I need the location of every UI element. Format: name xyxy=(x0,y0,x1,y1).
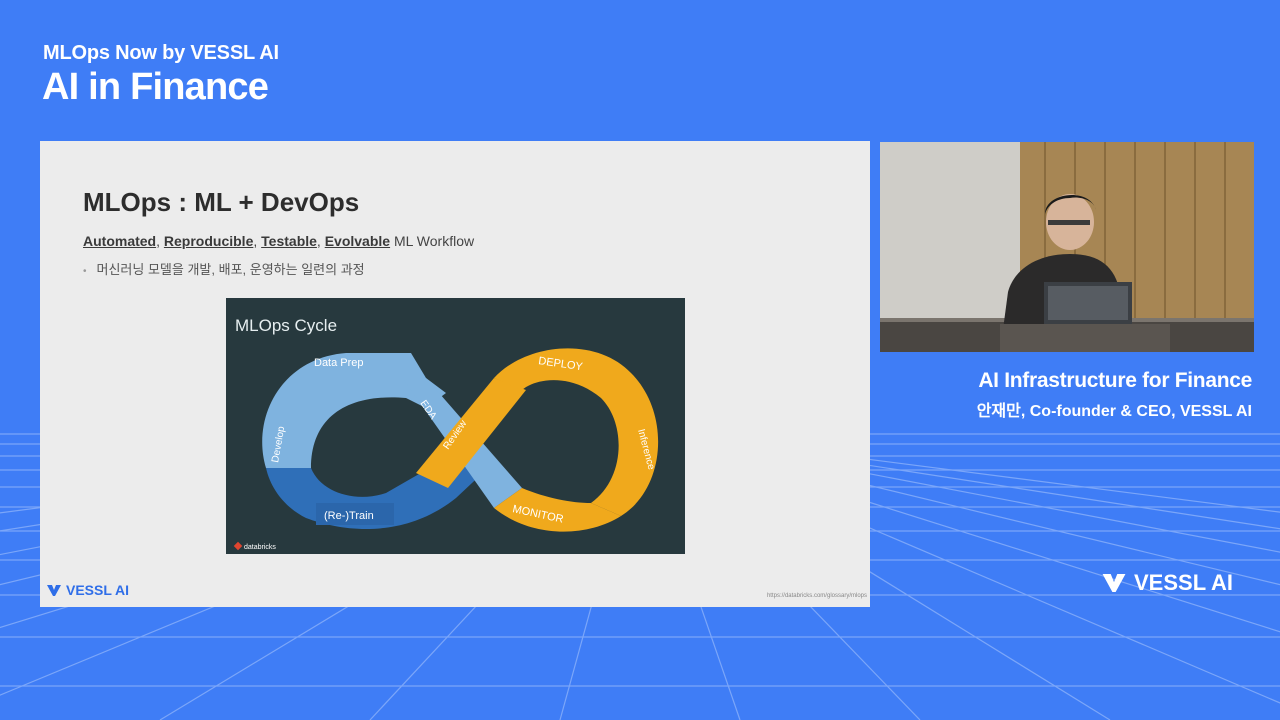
keyword-separator: , xyxy=(253,233,258,249)
bullet-text: 머신러닝 모델을 개발, 배포, 운영하는 일련의 과정 xyxy=(96,262,365,277)
mlops-cycle-diagram: MLOps Cycle Data Prep EDA Develop (Re-)T… xyxy=(226,298,685,554)
keyword-automated: Automated xyxy=(83,233,157,249)
mlops-cycle-graphic: MLOps Cycle Data Prep EDA Develop (Re-)T… xyxy=(233,316,659,551)
slide-source-url: https://databricks.com/glossary/mlops xyxy=(766,593,867,599)
presentation-slide: MLOps : ML + DevOps Automated, Reproduci… xyxy=(40,141,870,607)
stage-data-prep: Data Prep xyxy=(314,357,364,369)
keyword-evolvable: Evolvable xyxy=(324,233,391,249)
event-title: AI in Finance xyxy=(42,66,269,108)
vessl-mark-icon xyxy=(1102,574,1126,592)
vessl-mark-icon xyxy=(47,584,61,596)
speaker-name-role: 안재만, Co-founder & CEO, VESSL AI xyxy=(976,403,1252,420)
event-subtitle: MLOps Now by VESSL AI xyxy=(43,42,279,64)
slide-bullet: • 머신러닝 모델을 개발, 배포, 운영하는 일련의 과정 xyxy=(83,259,365,278)
databricks-watermark: databricks xyxy=(244,544,276,551)
keyword-separator: , xyxy=(316,233,321,249)
slide-vessl-logo: VESSL AI xyxy=(47,582,129,598)
keyword-testable: Testable xyxy=(261,233,317,249)
bullet-dot-icon: • xyxy=(83,266,87,277)
left-loop-upper-arrow xyxy=(262,353,446,468)
brand-logo-text: VESSL AI xyxy=(1134,570,1234,595)
databricks-logo-icon xyxy=(233,541,243,551)
vessl-brand-logo: VESSL AI xyxy=(1102,570,1233,596)
slide-title: MLOps : ML + DevOps xyxy=(83,187,360,217)
slide-logo-text: VESSL AI xyxy=(66,582,130,598)
keyword-suffix: ML Workflow xyxy=(393,233,475,249)
speaker-video-frame xyxy=(880,142,1254,352)
speaker-camera-feed xyxy=(880,142,1254,352)
keyword-reproducible: Reproducible xyxy=(163,233,254,249)
cycle-title: MLOps Cycle xyxy=(235,316,337,335)
stage-train: (Re-)Train xyxy=(324,510,374,522)
talk-title: AI Infrastructure for Finance xyxy=(978,369,1252,392)
keyword-separator: , xyxy=(156,233,161,249)
slide-keywords-line: Automated, Reproducible, Testable, Evolv… xyxy=(83,233,474,249)
